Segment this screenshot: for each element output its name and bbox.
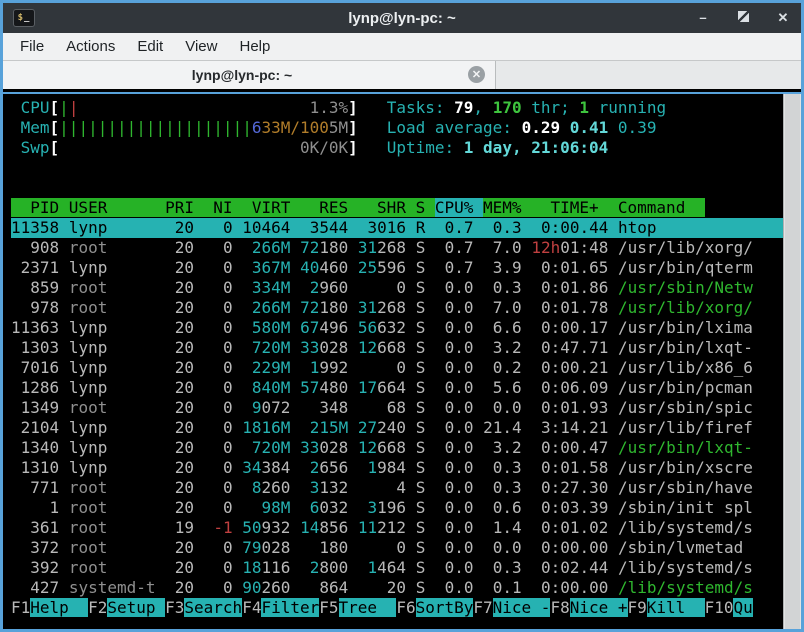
column-header-command[interactable]: Command	[618, 198, 705, 217]
terminal-tab[interactable]: lynp@lyn-pc: ~ ✕	[3, 61, 496, 89]
swp-meter-and-uptime: Swp[ 0K/0K] Uptime: 1 day, 21:06:04	[11, 138, 783, 158]
restore-icon	[738, 11, 749, 22]
fkey-f8-key[interactable]: F8	[550, 598, 569, 617]
column-header-pid[interactable]: PID	[11, 198, 69, 217]
dollar-glyph: $	[18, 13, 24, 23]
process-row-859[interactable]: 859 root 20 0 334M 2960 0 S 0.0 0.3 0:01…	[11, 278, 783, 298]
column-header-ni[interactable]: NI	[204, 198, 243, 217]
fkey-f8-label[interactable]: Nice +	[570, 598, 628, 617]
window-titlebar: $_ lynp@lyn-pc: ~ – ✕	[3, 3, 801, 33]
fkey-f9-label[interactable]: Kill	[647, 598, 705, 617]
process-row-11363[interactable]: 11363 lynp 20 0 580M 67496 56632 S 0.0 6…	[11, 318, 783, 338]
process-row-1[interactable]: 1 root 20 0 98M 6032 3196 S 0.0 0.6 0:03…	[11, 498, 783, 518]
menu-edit[interactable]: Edit	[126, 33, 174, 60]
fkey-f6-label[interactable]: SortBy	[416, 598, 474, 617]
column-header-pri[interactable]: PRI	[165, 198, 204, 217]
terminal-area: CPU[|| 1.3%] Tasks: 79, 170 thr; 1 runni…	[3, 92, 801, 629]
process-row-361[interactable]: 361 root 19 -1 50932 14856 11212 S 0.0 1…	[11, 518, 783, 538]
tab-bar: lynp@lyn-pc: ~ ✕	[3, 61, 801, 89]
menu-view[interactable]: View	[174, 33, 228, 60]
column-header-user[interactable]: USER	[69, 198, 165, 217]
fkey-f4-key[interactable]: F4	[242, 598, 261, 617]
window-title: lynp@lyn-pc: ~	[3, 10, 801, 27]
column-header-res[interactable]: RES	[300, 198, 358, 217]
fkey-f1-key[interactable]: F1	[11, 598, 30, 617]
fkey-f1-label[interactable]: Help	[30, 598, 88, 617]
fkey-f5-label[interactable]: Tree	[339, 598, 397, 617]
process-row-1286[interactable]: 1286 lynp 20 0 840M 57480 17664 S 0.0 5.…	[11, 378, 783, 398]
process-row-427[interactable]: 427 systemd-t 20 0 90260 864 20 S 0.0 0.…	[11, 578, 783, 598]
fkey-f6-key[interactable]: F6	[396, 598, 415, 617]
process-row-908[interactable]: 908 root 20 0 266M 72180 31268 S 0.7 7.0…	[11, 238, 783, 258]
cpu-meter-and-tasks: CPU[|| 1.3%] Tasks: 79, 170 thr; 1 runni…	[11, 98, 783, 118]
fkey-f7-label[interactable]: Nice -	[493, 598, 551, 617]
column-header-mem[interactable]: MEM%	[483, 198, 531, 217]
fkey-f5-key[interactable]: F5	[319, 598, 338, 617]
process-row-2371[interactable]: 2371 lynp 20 0 367M 40460 25596 S 0.7 3.…	[11, 258, 783, 278]
fkey-f9-key[interactable]: F9	[628, 598, 647, 617]
fkey-f10-key[interactable]: F10	[705, 598, 734, 617]
mem-meter-and-load: Mem[||||||||||||||||||||633M/1005M] Load…	[11, 118, 783, 138]
minimize-button[interactable]: –	[695, 10, 711, 26]
process-row-978[interactable]: 978 root 20 0 266M 72180 31268 S 0.0 7.0…	[11, 298, 783, 318]
process-row-7016[interactable]: 7016 lynp 20 0 229M 1992 0 S 0.0 0.2 0:0…	[11, 358, 783, 378]
menu-file[interactable]: File	[9, 33, 55, 60]
menu-bar: File Actions Edit View Help	[3, 33, 801, 61]
fkey-f10-label[interactable]: Qu	[733, 598, 752, 617]
column-header-shr[interactable]: SHR	[358, 198, 416, 217]
terminal-window: $_ lynp@lyn-pc: ~ – ✕ File Actions Edit …	[0, 0, 804, 632]
process-row-1303[interactable]: 1303 lynp 20 0 720M 33028 12668 S 0.0 3.…	[11, 338, 783, 358]
tab-close-button[interactable]: ✕	[468, 66, 485, 83]
blank-line	[11, 158, 783, 178]
fkey-f2-label[interactable]: Setup	[107, 598, 165, 617]
column-header-s[interactable]: S	[416, 198, 435, 217]
process-row-372[interactable]: 372 root 20 0 79028 180 0 S 0.0 0.0 0:00…	[11, 538, 783, 558]
blank-line	[11, 178, 783, 198]
fkey-f3-label[interactable]: Search	[184, 598, 242, 617]
process-row-1349[interactable]: 1349 root 20 0 9072 348 68 S 0.0 0.0 0:0…	[11, 398, 783, 418]
terminal-screen: CPU[|| 1.3%] Tasks: 79, 170 thr; 1 runni…	[3, 94, 783, 629]
scrollbar-thumb[interactable]	[785, 94, 800, 629]
fkey-f4-label[interactable]: Filter	[261, 598, 319, 617]
terminal-scrollbar[interactable]	[783, 94, 801, 629]
process-row-771[interactable]: 771 root 20 0 8260 3132 4 S 0.0 0.3 0:27…	[11, 478, 783, 498]
process-row-11358[interactable]: 11358 lynp 20 0 10464 3544 3016 R 0.7 0.…	[11, 218, 783, 238]
table-header: PID USER PRI NI VIRT RES SHR S CPU% MEM%…	[11, 198, 783, 218]
process-row-1340[interactable]: 1340 lynp 20 0 720M 33028 12668 S 0.0 3.…	[11, 438, 783, 458]
tab-title: lynp@lyn-pc: ~	[192, 67, 292, 83]
terminal-app-icon: $_	[13, 9, 35, 27]
process-row-392[interactable]: 392 root 20 0 18116 2800 1464 S 0.0 0.3 …	[11, 558, 783, 578]
process-row-2104[interactable]: 2104 lynp 20 0 1816M 215M 27240 S 0.0 21…	[11, 418, 783, 438]
column-header-time[interactable]: TIME+	[531, 198, 618, 217]
fkey-f2-key[interactable]: F2	[88, 598, 107, 617]
fkey-bar: F1Help F2Setup F3SearchF4FilterF5Tree F6…	[11, 598, 783, 618]
restore-button[interactable]	[735, 10, 751, 26]
column-header-virt[interactable]: VIRT	[242, 198, 300, 217]
column-header-cpu[interactable]: CPU%	[435, 198, 483, 217]
close-button[interactable]: ✕	[775, 10, 791, 26]
fkey-f3-key[interactable]: F3	[165, 598, 184, 617]
fkey-f7-key[interactable]: F7	[473, 598, 492, 617]
process-row-1310[interactable]: 1310 lynp 20 0 34384 2656 1984 S 0.0 0.3…	[11, 458, 783, 478]
menu-help[interactable]: Help	[228, 33, 281, 60]
menu-actions[interactable]: Actions	[55, 33, 126, 60]
